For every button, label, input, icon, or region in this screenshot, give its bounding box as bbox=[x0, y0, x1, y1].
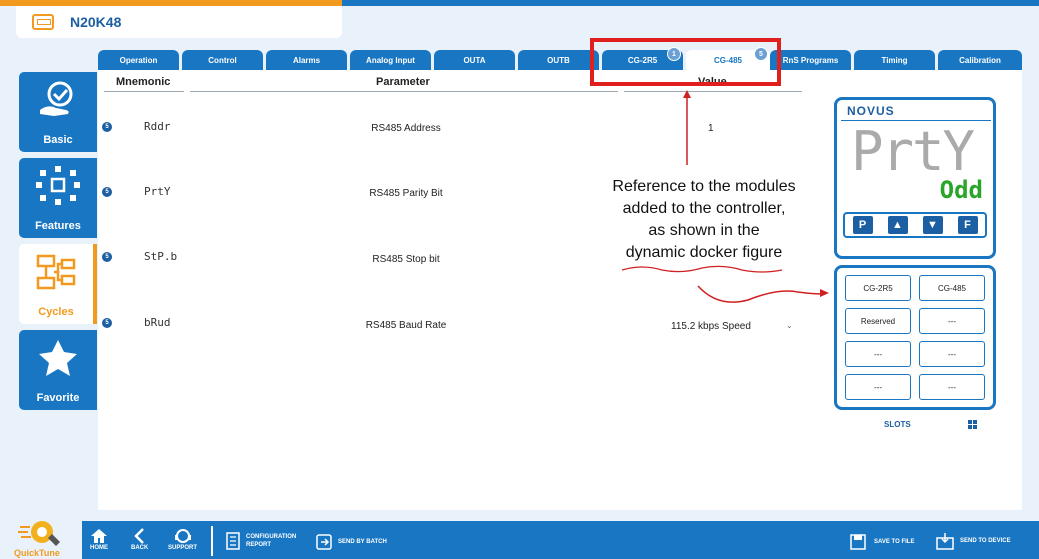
display-sub-readout: Odd bbox=[939, 176, 983, 204]
send-to-device-button[interactable]: SEND TO DEVICE bbox=[936, 532, 1011, 550]
down-key[interactable]: ▼ bbox=[922, 216, 943, 234]
back-button[interactable]: BACK bbox=[131, 528, 148, 551]
send-batch-icon bbox=[316, 534, 332, 550]
grid-view-icon[interactable] bbox=[968, 420, 977, 429]
slots-label: SLOTS bbox=[884, 420, 911, 429]
report-icon bbox=[226, 532, 240, 550]
up-key[interactable]: ▲ bbox=[887, 216, 908, 234]
annotation-note: Reference to the modules added to the co… bbox=[612, 178, 796, 261]
brand-logo: NOVUS bbox=[847, 104, 895, 118]
send-device-icon bbox=[936, 533, 954, 550]
slot-6[interactable]: --- bbox=[919, 341, 985, 367]
save-icon bbox=[850, 534, 866, 550]
home-icon bbox=[91, 529, 107, 543]
slot-5[interactable]: --- bbox=[845, 341, 911, 367]
quicktune-logo-icon bbox=[18, 521, 60, 546]
toolbar-separator bbox=[211, 526, 213, 556]
support-icon bbox=[174, 529, 191, 543]
slot-2[interactable]: CG-485 bbox=[919, 275, 985, 301]
slot-7[interactable]: --- bbox=[845, 374, 911, 400]
quicktune-logo: QuickTune bbox=[14, 548, 60, 558]
save-to-file-button[interactable]: SAVE TO FILE bbox=[850, 534, 914, 550]
slot-4[interactable]: --- bbox=[919, 308, 985, 334]
p-key[interactable]: P bbox=[852, 216, 873, 234]
home-button[interactable]: HOME bbox=[90, 528, 108, 551]
slots-docker: CG-2R5 CG-485 Reserved --- --- --- --- -… bbox=[834, 265, 996, 410]
slot-8[interactable]: --- bbox=[919, 374, 985, 400]
back-arrow-icon bbox=[133, 528, 144, 544]
f-key[interactable]: F bbox=[957, 216, 978, 234]
configuration-report-button[interactable]: CONFIGURATION REPORT bbox=[226, 532, 306, 550]
support-button[interactable]: SUPPORT bbox=[168, 528, 197, 551]
slot-3[interactable]: Reserved bbox=[845, 308, 911, 334]
send-by-batch-button[interactable]: SEND BY BATCH bbox=[316, 534, 387, 550]
controller-display: NOVUS PrtY Odd P ▲ ▼ F bbox=[834, 97, 996, 259]
slot-1[interactable]: CG-2R5 bbox=[845, 275, 911, 301]
display-main-readout: PrtY bbox=[851, 120, 975, 183]
display-keypad: P ▲ ▼ F bbox=[843, 212, 987, 238]
